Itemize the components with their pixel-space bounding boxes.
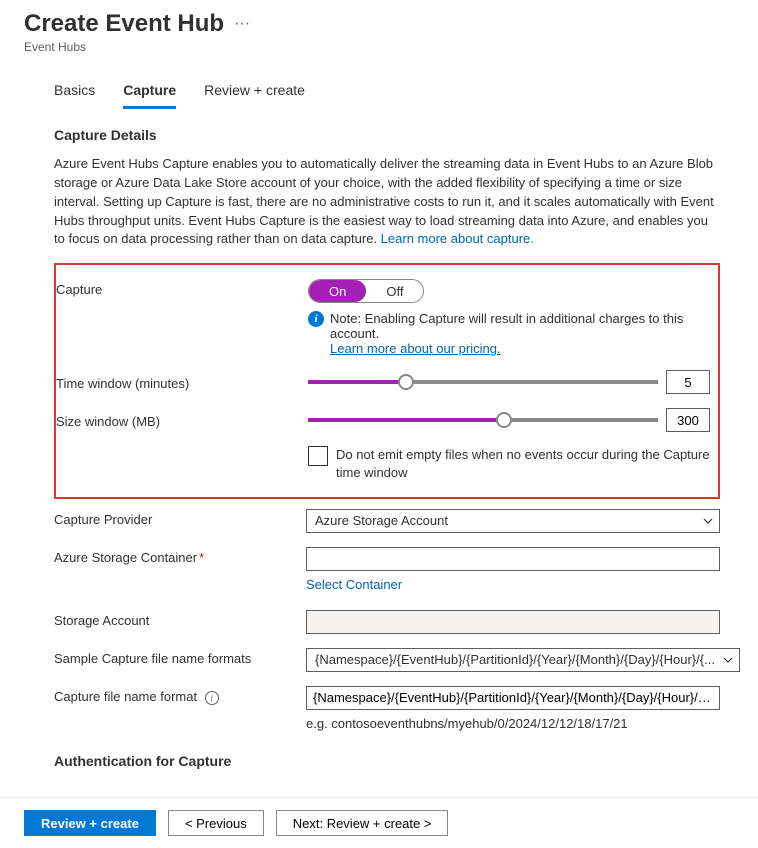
breadcrumb: Event Hubs [24,40,734,54]
capture-label: Capture [56,279,308,297]
storage-container-input[interactable] [306,547,720,571]
tab-basics[interactable]: Basics [54,76,95,109]
emit-empty-files-checkbox[interactable] [308,446,328,466]
section-description: Azure Event Hubs Capture enables you to … [54,155,720,249]
capture-note-text: Note: Enabling Capture will result in ad… [330,311,683,341]
capture-provider-label: Capture Provider [54,509,306,527]
next-button[interactable]: Next: Review + create > [276,810,449,836]
section-heading: Capture Details [54,127,720,143]
footer-bar: Review + create < Previous Next: Review … [0,797,758,848]
time-window-label: Time window (minutes) [56,373,308,391]
size-window-slider[interactable] [308,410,658,430]
capture-highlight-box: Capture On Off i Note: Enabling Capture … [54,263,720,498]
review-create-button[interactable]: Review + create [24,810,156,836]
tab-review-create[interactable]: Review + create [204,76,305,109]
auth-section-heading: Authentication for Capture [54,753,720,769]
capture-toggle-on[interactable]: On [309,280,366,302]
storage-account-input [306,610,720,634]
size-window-value[interactable] [666,408,710,432]
pricing-link[interactable]: Learn more about our pricing. [330,341,501,356]
storage-account-label: Storage Account [54,610,306,628]
capture-provider-value: Azure Storage Account [315,513,448,528]
tab-capture[interactable]: Capture [123,76,176,109]
tab-bar: Basics Capture Review + create [54,76,720,109]
capture-provider-select[interactable]: Azure Storage Account [306,509,720,533]
file-format-input[interactable] [306,686,720,710]
capture-note: Note: Enabling Capture will result in ad… [330,311,710,356]
info-icon: i [308,311,324,327]
select-container-link[interactable]: Select Container [306,577,402,592]
storage-container-label: Azure Storage Container* [54,547,306,565]
size-window-label: Size window (MB) [56,411,308,429]
time-window-slider[interactable] [308,372,658,392]
sample-format-value: {Namespace}/{EventHub}/{PartitionId}/{Ye… [315,652,715,667]
file-format-example: e.g. contosoeventhubns/myehub/0/2024/12/… [306,716,720,731]
emit-empty-files-label: Do not emit empty files when no events o… [336,446,710,482]
more-actions-icon[interactable]: ··· [234,15,250,33]
learn-more-capture-link[interactable]: Learn more about capture. [381,231,534,246]
required-indicator: * [199,550,204,565]
sample-format-label: Sample Capture file name formats [54,648,306,666]
capture-toggle-off[interactable]: Off [366,280,423,302]
capture-toggle[interactable]: On Off [308,279,424,303]
page-title: Create Event Hub [24,10,224,38]
previous-button[interactable]: < Previous [168,810,264,836]
info-tooltip-icon[interactable]: i [205,691,219,705]
time-window-value[interactable] [666,370,710,394]
file-format-label: Capture file name format i [54,686,306,705]
sample-format-select[interactable]: {Namespace}/{EventHub}/{PartitionId}/{Ye… [306,648,740,672]
